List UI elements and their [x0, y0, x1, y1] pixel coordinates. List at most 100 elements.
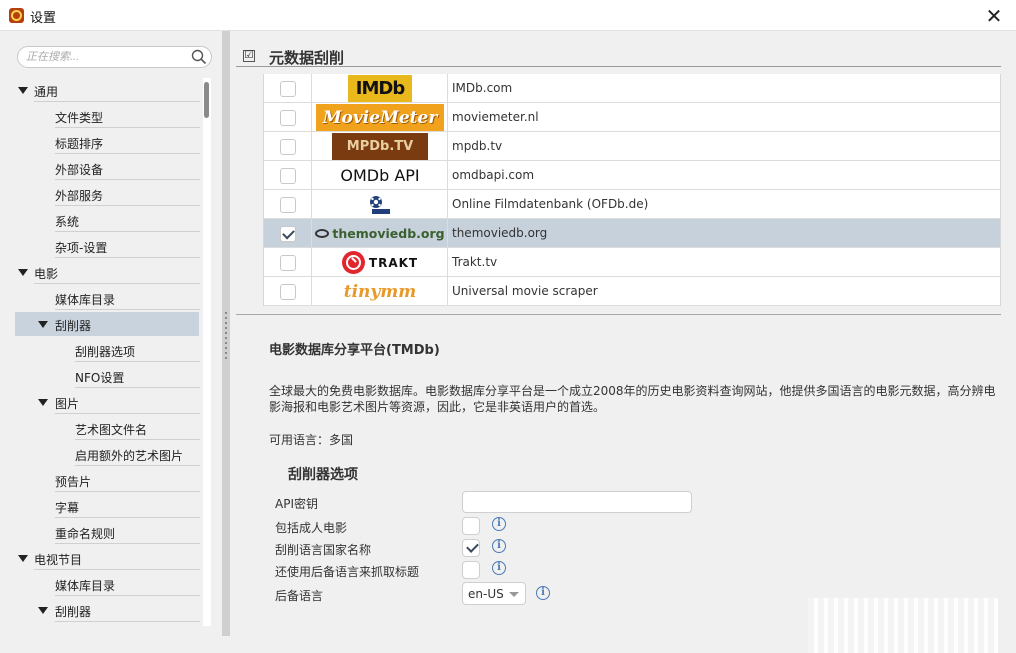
moviemeter-logo: MovieMeter: [316, 104, 444, 131]
sidebar-item-label: 艺术图文件名: [75, 423, 148, 437]
scraper-detail-title: 电影数据库分享平台(TMDb): [269, 343, 440, 358]
divider: [55, 621, 200, 622]
settings-sidebar: 通用文件类型标题排序外部设备外部服务系统杂项-设置电影媒体库目录刮削器刮削器选项…: [0, 31, 222, 653]
scraper-description: 全球最大的免费电影数据库。电影数据库分享平台是一个成立2008年的历史电影资料查…: [269, 384, 996, 414]
info-icon[interactable]: i: [492, 517, 506, 531]
sidebar-item[interactable]: 预告片: [0, 468, 200, 492]
fallback-language-label: 后备语言: [275, 589, 324, 603]
window-title: 设置: [30, 11, 57, 26]
sidebar-item[interactable]: 启用额外的艺术图片: [0, 442, 200, 466]
divider: [34, 569, 200, 570]
scraper-enable-checkbox[interactable]: [280, 110, 296, 126]
section-collapse-checkbox[interactable]: ☑: [243, 50, 255, 62]
info-icon[interactable]: i: [492, 539, 506, 553]
scraper-enable-checkbox[interactable]: [280, 226, 296, 242]
fallback-language-select[interactable]: en-US: [462, 582, 526, 605]
sidebar-item[interactable]: 杂项-设置: [0, 234, 200, 258]
scraper-enable-checkbox[interactable]: [280, 284, 296, 300]
sidebar-item[interactable]: 刮削器选项: [0, 338, 200, 362]
scraper-row[interactable]: IMDb IMDb.com: [264, 74, 1000, 103]
scraper-enable-cell: [264, 74, 312, 103]
sidebar-item-label: 刮削器: [55, 605, 92, 619]
scraper-enable-cell: [264, 248, 312, 277]
search-icon[interactable]: [191, 49, 207, 65]
sidebar-item[interactable]: 文件类型: [0, 104, 200, 128]
expand-triangle-icon[interactable]: [38, 607, 48, 614]
sidebar-item-label: 预告片: [55, 475, 92, 489]
sidebar-item-label: 电视节目: [34, 553, 83, 567]
search-input[interactable]: [26, 49, 186, 65]
close-button[interactable]: ✕: [972, 0, 1016, 31]
scraper-name: Trakt.tv: [452, 255, 498, 269]
divider: [75, 361, 200, 362]
scraper-row[interactable]: Online Filmdatenbank (OFDb.de): [264, 190, 1000, 219]
sidebar-scrollbar[interactable]: [203, 78, 211, 626]
scraper-name: omdbapi.com: [452, 168, 535, 182]
omdb-logo: OMDb API: [340, 166, 420, 185]
sidebar-item[interactable]: 重命名规则: [0, 520, 200, 544]
expand-triangle-icon[interactable]: [38, 399, 48, 406]
scraper-enable-checkbox[interactable]: [280, 139, 296, 155]
sidebar-item[interactable]: 外部服务: [0, 182, 200, 206]
expand-triangle-icon[interactable]: [18, 87, 28, 94]
divider: [34, 283, 200, 284]
sidebar-item[interactable]: 媒体库目录: [0, 286, 200, 310]
scraper-options-title: 刮削器选项: [288, 467, 358, 483]
sidebar-item-label: 刮削器选项: [75, 345, 136, 359]
sidebar-item[interactable]: 刮削器: [0, 598, 200, 622]
ofdb-logo: [370, 195, 390, 214]
scraper-enable-checkbox[interactable]: [280, 255, 296, 271]
sidebar-item[interactable]: 系统: [0, 208, 200, 232]
sidebar-scroll-thumb[interactable]: [204, 82, 209, 118]
scraper-enable-checkbox[interactable]: [280, 168, 296, 184]
sidebar-item-label: 启用额外的艺术图片: [75, 449, 184, 463]
app-logo-icon: [9, 8, 24, 23]
sidebar-item[interactable]: 字幕: [0, 494, 200, 518]
scraper-row[interactable]: MPDb.TV mpdb.tv: [264, 132, 1000, 161]
sidebar-item[interactable]: 刮削器: [15, 312, 199, 336]
sidebar-item[interactable]: NFO设置: [0, 364, 200, 388]
sidebar-item[interactable]: 标题排序: [0, 130, 200, 154]
divider: [75, 439, 200, 440]
available-languages: 可用语言：多国: [269, 433, 354, 447]
scraper-enable-checkbox[interactable]: [280, 197, 296, 213]
scraper-enable-cell: [264, 190, 312, 219]
info-icon[interactable]: i: [536, 586, 550, 600]
sidebar-item[interactable]: 电视节目: [0, 546, 200, 570]
scrape-language-label: 刮削语言国家名称: [275, 543, 372, 557]
film-reel-icon: [315, 229, 330, 238]
scraper-row[interactable]: TRAKT Trakt.tv: [264, 248, 1000, 277]
sidebar-item[interactable]: 媒体库目录: [0, 572, 200, 596]
sidebar-item-label: 标题排序: [55, 137, 104, 151]
scraper-enable-checkbox[interactable]: [280, 81, 296, 97]
include-adult-checkbox[interactable]: [462, 517, 480, 535]
expand-triangle-icon[interactable]: [38, 321, 48, 328]
sidebar-item[interactable]: 电影: [0, 260, 200, 284]
sidebar-item[interactable]: 图片: [0, 390, 200, 414]
scraper-name: Online Filmdatenbank (OFDb.de): [452, 197, 649, 211]
api-key-input[interactable]: [462, 491, 692, 513]
sidebar-item[interactable]: 通用: [0, 78, 200, 102]
splitter-grip-icon[interactable]: [225, 312, 227, 362]
sidebar-item[interactable]: 艺术图文件名: [0, 416, 200, 440]
sidebar-item[interactable]: 外部设备: [0, 156, 200, 180]
scraper-logo-cell: tinymm: [313, 277, 448, 306]
scraper-name: moviemeter.nl: [452, 110, 539, 124]
scraper-row[interactable]: OMDb API omdbapi.com: [264, 161, 1000, 190]
search-box[interactable]: [17, 46, 212, 68]
info-icon[interactable]: i: [492, 561, 506, 575]
scraper-row[interactable]: tinymm Universal movie scraper: [264, 277, 1000, 306]
divider: [55, 205, 200, 206]
scraper-logo-cell: themoviedb.org: [313, 219, 448, 248]
watermark-overlay: [808, 598, 998, 653]
scraper-logo-cell: OMDb API: [313, 161, 448, 190]
scraper-row[interactable]: MovieMeter moviemeter.nl: [264, 103, 1000, 132]
fallback-title-checkbox[interactable]: [462, 561, 480, 579]
expand-triangle-icon[interactable]: [18, 269, 28, 276]
expand-triangle-icon[interactable]: [18, 555, 28, 562]
chevron-down-icon: [509, 592, 519, 597]
divider: [34, 101, 200, 102]
scrape-language-checkbox[interactable]: [462, 539, 480, 557]
scraper-row[interactable]: themoviedb.org themoviedb.org: [264, 219, 1000, 248]
divider: [75, 387, 200, 388]
